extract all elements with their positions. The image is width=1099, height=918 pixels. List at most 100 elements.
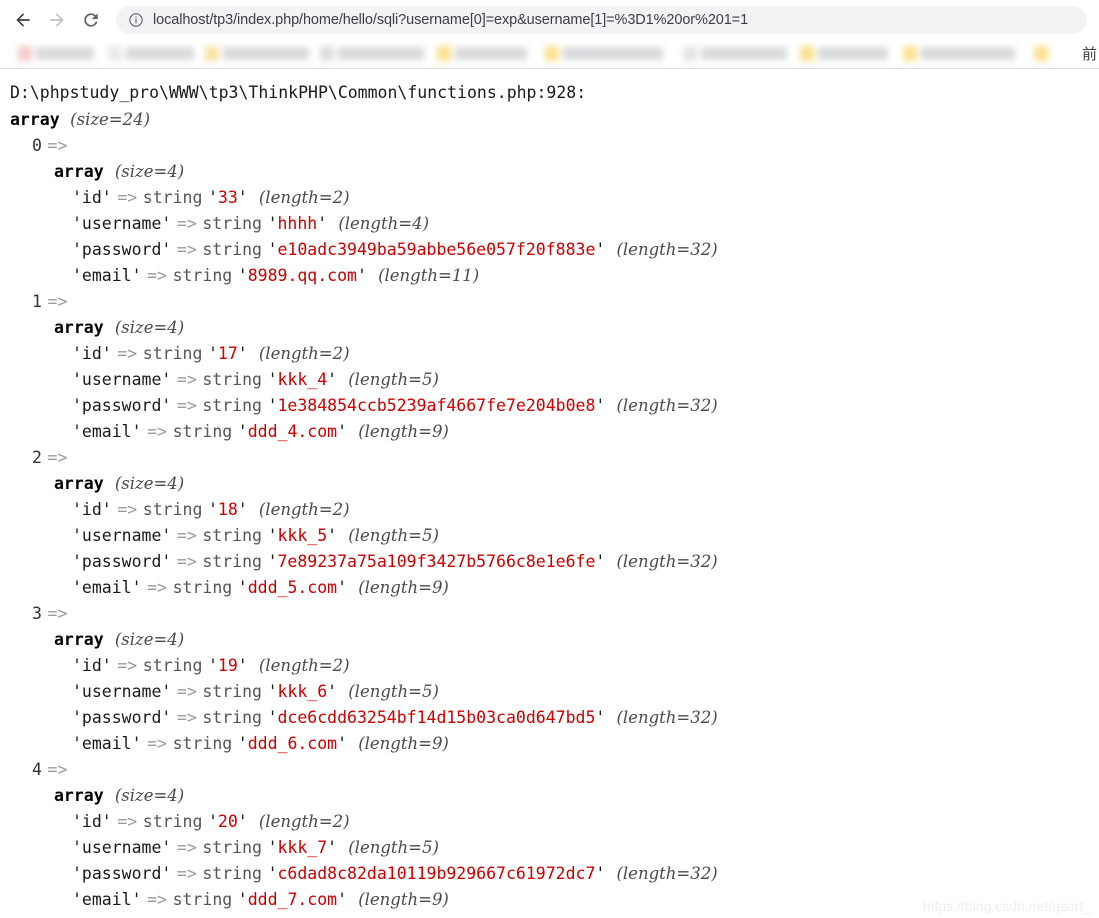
dump-field-value: 1e384854ccb5239af4667fe7e204b0e8 <box>277 396 596 415</box>
dump-entry-index-value: 3 <box>32 604 42 623</box>
browser-chrome: localhost/tp3/index.php/home/hello/sqli?… <box>0 0 1099 69</box>
dump-field-value: ddd_4.com <box>247 422 338 441</box>
dump-field-row: 'id' => string '17' (length=2) <box>10 341 1099 367</box>
dump-field-value: kkk_4 <box>277 370 328 389</box>
dump-field-type: string <box>202 396 262 415</box>
dump-quote-close: ' <box>595 864 606 883</box>
dump-quote-open: ' <box>267 214 278 233</box>
bookmark-item[interactable] <box>683 44 793 64</box>
dump-field-type: string <box>202 838 262 857</box>
dump-field-length: (length=2) <box>258 656 350 675</box>
dump-field-key: 'password' <box>72 240 172 259</box>
dump-root-type: array <box>10 110 60 129</box>
dump-field-value: 18 <box>217 500 238 519</box>
dump-quote-open: ' <box>207 656 218 675</box>
dump-entry-index: 0 => <box>10 133 1099 159</box>
url-text[interactable]: localhost/tp3/index.php/home/hello/sqli?… <box>153 12 748 28</box>
forward-button[interactable] <box>42 5 72 35</box>
dump-field-value: dce6cdd63254bf14d15b03ca0d647bd5 <box>277 708 596 727</box>
dump-quote-open: ' <box>207 344 218 363</box>
dump-arrow: => <box>176 552 197 571</box>
dump-file-path: D:\phpstudy_pro\WWW\tp3\ThinkPHP\Common\… <box>10 83 587 102</box>
dump-arrow: => <box>147 422 167 441</box>
dump-field-key: 'id' <box>72 344 112 363</box>
dump-field-key: 'username' <box>72 214 172 233</box>
dump-field-length: (length=32) <box>616 396 718 415</box>
reload-button[interactable] <box>76 5 106 35</box>
dump-quote-open: ' <box>237 890 248 909</box>
dump-field-row: 'password' => string 'c6dad8c82da10119b9… <box>10 861 1099 887</box>
dump-quote-open: ' <box>207 188 218 207</box>
bookmark-item[interactable] <box>18 44 100 64</box>
watermark: https://blog.csdn.net/qsort_ <box>922 898 1091 914</box>
dump-quote-open: ' <box>267 526 278 545</box>
dump-quote-close: ' <box>237 656 248 675</box>
dump-field-type: string <box>142 344 203 363</box>
bookmark-item[interactable] <box>1034 44 1070 64</box>
dump-field-value: e10adc3949ba59abbe56e057f20f883e <box>277 240 596 259</box>
bookmark-item[interactable] <box>205 44 315 64</box>
dump-field-type: string <box>142 188 203 207</box>
dump-quote-close: ' <box>595 552 606 571</box>
dump-arrow: => <box>147 890 167 909</box>
bookmark-item-label-truncated[interactable]: 前 <box>1082 44 1097 64</box>
dump-field-row: 'email' => string '8989.qq.com' (length=… <box>10 263 1099 289</box>
dump-field-key: 'id' <box>72 188 112 207</box>
dump-entry-header: array (size=4) <box>10 315 1099 341</box>
dump-field-row: 'password' => string '7e89237a75a109f342… <box>10 549 1099 575</box>
dump-field-type: string <box>142 656 203 675</box>
dump-field-length: (length=11) <box>378 266 480 285</box>
dump-field-length: (length=9) <box>358 890 449 909</box>
bookmark-item[interactable] <box>800 44 896 64</box>
back-button[interactable] <box>8 5 38 35</box>
bookmark-item[interactable] <box>903 44 1023 64</box>
dump-arrow: => <box>47 448 68 467</box>
dump-field-type: string <box>172 266 233 285</box>
dump-arrow: => <box>176 708 197 727</box>
dump-quote-close: ' <box>327 370 338 389</box>
dump-quote-close: ' <box>595 708 606 727</box>
dump-arrow: => <box>117 500 138 519</box>
dump-field-type: string <box>202 370 262 389</box>
dump-field-type: string <box>172 890 233 909</box>
dump-field-key: 'email' <box>72 266 142 285</box>
dump-arrow: => <box>147 734 167 753</box>
omnibox[interactable]: localhost/tp3/index.php/home/hello/sqli?… <box>116 6 1087 34</box>
dump-field-key: 'id' <box>72 656 112 675</box>
bookmark-item[interactable] <box>437 44 535 64</box>
arrow-left-icon <box>16 13 30 27</box>
dump-entry-header: array (size=4) <box>10 159 1099 185</box>
dump-arrow: => <box>47 604 68 623</box>
dump-field-value: 19 <box>217 656 238 675</box>
dump-field-row: 'id' => string '20' (length=2) <box>10 809 1099 835</box>
dump-field-length: (length=2) <box>258 500 350 519</box>
dump-field-type: string <box>202 864 262 883</box>
dump-quote-close: ' <box>356 266 367 285</box>
dump-quote-open: ' <box>267 682 278 701</box>
dump-entry-index: 1 => <box>10 289 1099 315</box>
dump-field-key: 'password' <box>72 552 172 571</box>
dump-arrow: => <box>176 370 197 389</box>
dump-field-length: (length=4) <box>338 214 430 233</box>
dump-arrow: => <box>176 396 197 415</box>
dump-entry-type: array <box>54 630 104 649</box>
dump-quote-close: ' <box>237 812 248 831</box>
dump-field-length: (length=32) <box>616 708 718 727</box>
dump-field-value: ddd_6.com <box>247 734 338 753</box>
dump-entry-type: array <box>54 318 104 337</box>
dump-field-length: (length=9) <box>358 578 449 597</box>
dump-quote-open: ' <box>237 578 248 597</box>
dump-field-length: (length=9) <box>358 734 449 753</box>
bookmark-item[interactable] <box>545 44 673 64</box>
site-info-icon[interactable] <box>128 12 144 28</box>
dump-quote-open: ' <box>267 708 278 727</box>
dump-field-key: 'email' <box>72 422 142 441</box>
bookmarks-bar[interactable]: 前 <box>0 40 1099 68</box>
bookmark-item[interactable] <box>108 44 200 64</box>
dump-arrow: => <box>117 344 138 363</box>
dump-field-value: kkk_7 <box>277 838 328 857</box>
dump-arrow: => <box>117 812 138 831</box>
dump-field-value: hhhh <box>277 214 318 233</box>
bookmark-item[interactable] <box>320 44 430 64</box>
dump-field-length: (length=32) <box>616 240 718 259</box>
